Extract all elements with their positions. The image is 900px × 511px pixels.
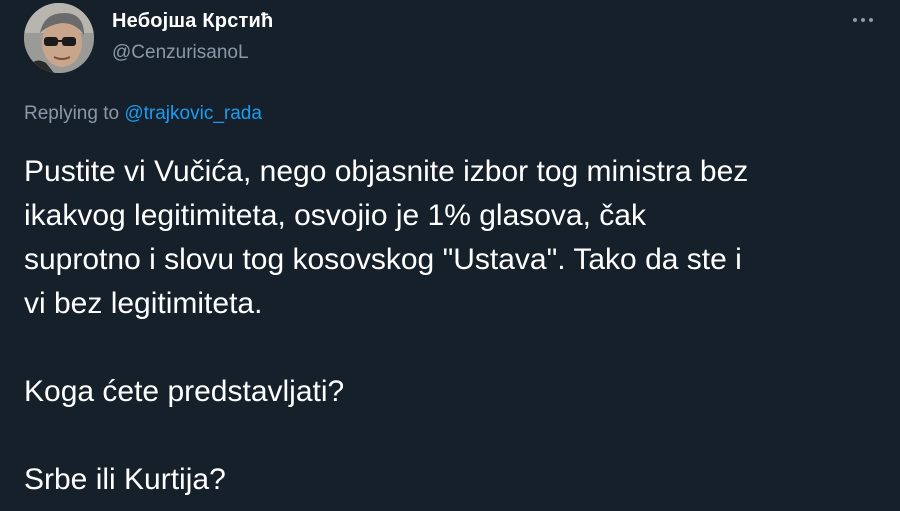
author-display-name[interactable]: Небојша Крстић xyxy=(112,10,273,33)
avatar[interactable] xyxy=(24,3,94,73)
reply-mention-link[interactable]: @trajkovic_rada xyxy=(124,103,262,124)
ellipsis-icon xyxy=(853,18,873,22)
tweet-line: suprotno i slovu tog kosovskog "Ustava".… xyxy=(24,243,742,276)
replying-to: Replying to @trajkovic_rada xyxy=(24,103,262,125)
tweet-text: Pustite vi Vučića, nego objasnite izbor … xyxy=(24,150,884,502)
more-options-button[interactable] xyxy=(848,8,878,32)
tweet-line: vi bez legitimiteta. xyxy=(24,287,263,320)
profile-photo-icon xyxy=(24,3,94,73)
replying-to-label: Replying to xyxy=(24,103,120,124)
tweet-paragraph: Koga ćete predstavljati? xyxy=(24,375,345,408)
tweet-paragraph: Srbe ili Kurtija? xyxy=(24,463,226,496)
tweet-card: Небојша Крстић @CenzurisanoL Replying to… xyxy=(0,0,900,511)
tweet-line: ikakvog legitimiteta, osvojio je 1% glas… xyxy=(24,199,646,232)
tweet-line: Pustite vi Vučića, nego objasnite izbor … xyxy=(24,155,749,188)
author-handle[interactable]: @CenzurisanoL xyxy=(112,42,249,64)
